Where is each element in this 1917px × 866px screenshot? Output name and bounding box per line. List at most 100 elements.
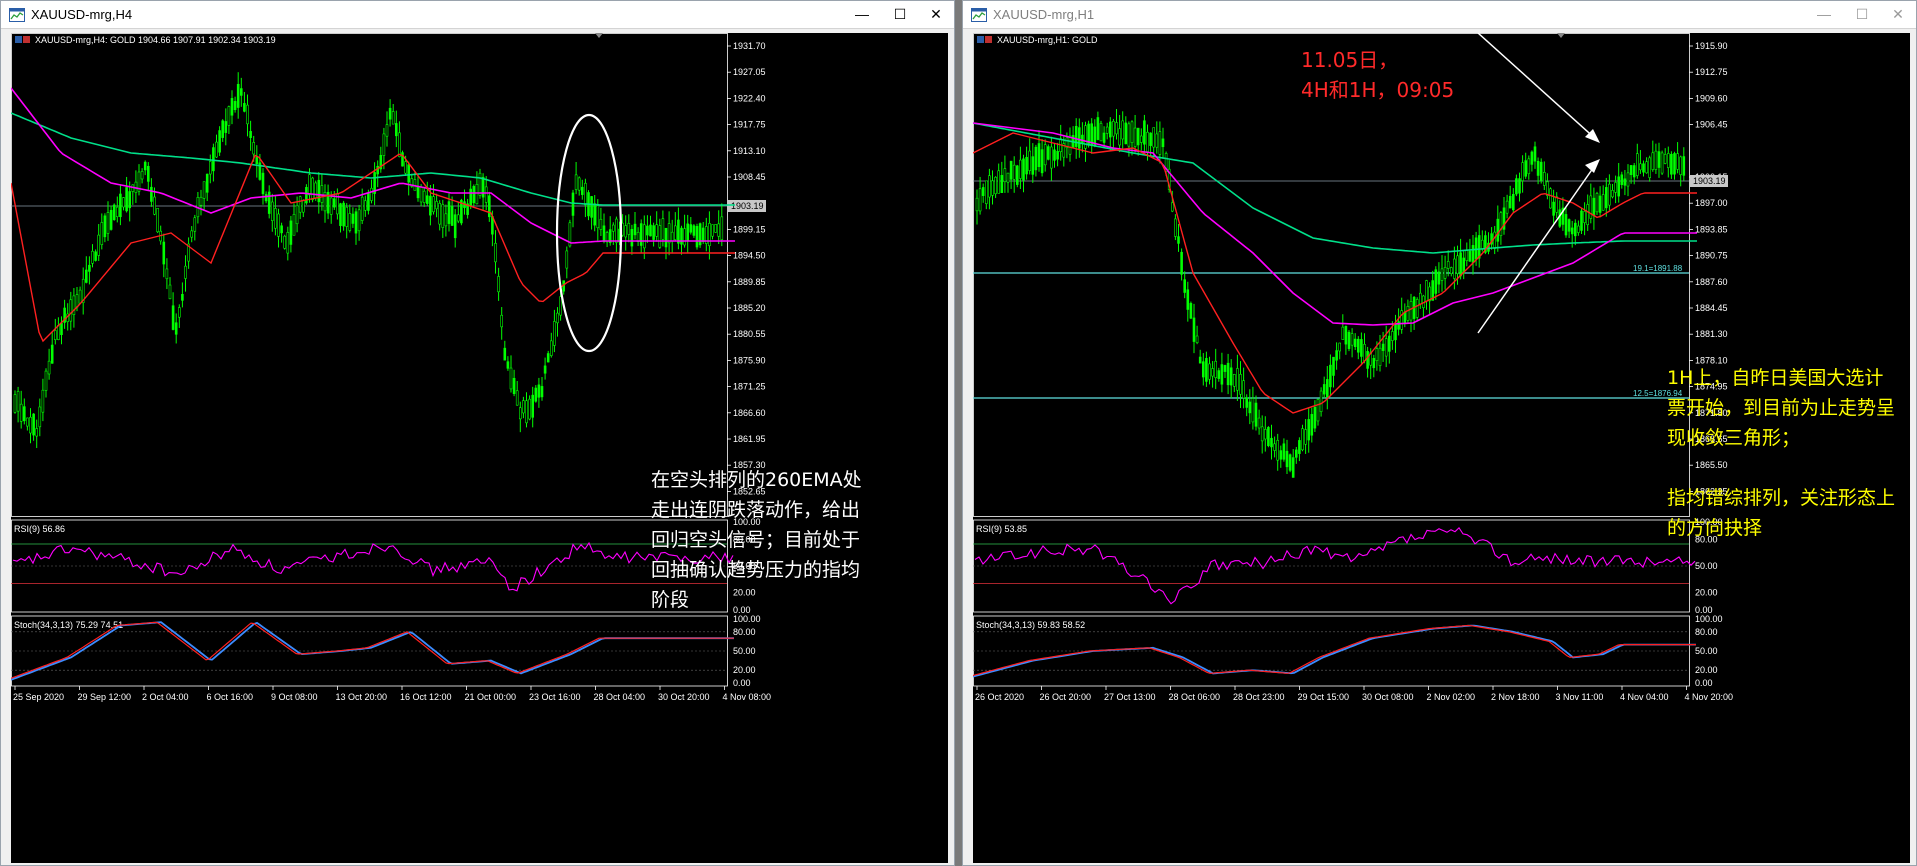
candle-body — [391, 111, 395, 125]
candle-body — [497, 276, 500, 293]
candle-body — [1679, 156, 1683, 175]
h4-chart-canvas[interactable]: XAUUSD-mrg,H4: GOLD 1904.66 1907.91 1902… — [11, 33, 948, 863]
candle-body — [1592, 197, 1596, 217]
candle-body — [140, 170, 144, 180]
h1-window-titlebar[interactable]: XAUUSD-mrg,H1 — ☐ ✕ — [963, 1, 1916, 29]
candle-body — [689, 224, 693, 233]
candle-body — [1418, 292, 1422, 305]
h4-window-title: XAUUSD-mrg,H4 — [31, 7, 133, 22]
candle-body — [677, 219, 680, 244]
candle-body — [314, 182, 318, 199]
candle-body — [1437, 271, 1441, 285]
candle-body — [1158, 131, 1162, 155]
candle-body — [422, 190, 426, 203]
candle-body — [286, 232, 290, 254]
candle-body — [1143, 120, 1146, 145]
close-button[interactable]: ✕ — [1879, 1, 1917, 28]
time-axis-label: 30 Oct 20:00 — [658, 692, 710, 702]
fib-level-label: 19.1=1891.88 — [1633, 264, 1683, 273]
candle-body — [367, 192, 370, 211]
stoch-axis-label: 50.00 — [733, 646, 756, 656]
candle-body — [1564, 214, 1568, 236]
candle-body — [1307, 419, 1311, 441]
candle-body — [664, 227, 668, 248]
candle-body — [487, 195, 491, 218]
candle-body — [559, 296, 562, 316]
h4-window-titlebar[interactable]: XAUUSD-mrg,H4 — ☐ ✕ — [1, 1, 954, 29]
candle-body — [1657, 151, 1661, 168]
candle-body — [128, 191, 131, 209]
candle-body — [1149, 132, 1152, 146]
candle-body — [1332, 356, 1335, 376]
candle-body — [388, 107, 392, 120]
candle-body — [556, 312, 559, 324]
maximize-button[interactable]: ☐ — [1843, 1, 1881, 28]
h1-chart-canvas[interactable]: XAUUSD-mrg,H1: GOLD RSI(9) 53.85 Stoch(34,… — [973, 33, 1910, 863]
price-axis-label: 1899.15 — [733, 224, 766, 234]
candle-body — [1639, 163, 1642, 171]
candle-body — [429, 195, 432, 216]
time-axis-label: 27 Oct 13:00 — [1104, 692, 1156, 702]
minimize-button[interactable]: — — [1805, 1, 1843, 28]
candle-body — [69, 299, 73, 322]
candle-body — [1050, 146, 1053, 169]
chart-shift-marker — [595, 33, 603, 38]
chart-header: XAUUSD-mrg,H4: GOLD 1904.66 1907.91 1902… — [35, 35, 276, 45]
candle-body — [432, 196, 435, 213]
candle-body — [546, 353, 550, 363]
candle-body — [162, 241, 166, 265]
candle-body — [246, 104, 249, 125]
candle-body — [311, 177, 314, 201]
candle-body — [1037, 143, 1041, 168]
candle-body — [199, 196, 203, 206]
candle-body — [298, 196, 302, 213]
price-axis-label: 1912.75 — [1695, 67, 1728, 77]
candle-body — [1294, 449, 1298, 458]
candle-body — [1577, 225, 1580, 233]
candle-body — [1053, 149, 1056, 161]
candle-body — [1645, 161, 1648, 174]
rsi-axis-label: 20.00 — [1695, 587, 1718, 597]
candle-body — [1279, 450, 1283, 460]
candle-body — [1511, 193, 1515, 211]
h4-chart-svg[interactable]: XAUUSD-mrg,H4: GOLD 1904.66 1907.91 1902… — [11, 33, 948, 863]
candle-body — [1468, 250, 1472, 262]
candle-body — [357, 209, 361, 232]
candle-body — [661, 218, 665, 240]
candle-body — [1273, 443, 1276, 451]
candle-body — [1573, 222, 1577, 237]
main-pane-border — [973, 33, 1690, 517]
candle-body — [1220, 364, 1224, 385]
h4-chart-window: XAUUSD-mrg,H4 — ☐ ✕ XAUUSD-mrg,H4: GOLD … — [0, 0, 955, 866]
candle-body — [171, 305, 175, 330]
candle-body — [711, 224, 714, 237]
maximize-button[interactable]: ☐ — [881, 1, 919, 28]
candle-body — [1329, 364, 1332, 388]
candle-body — [1192, 317, 1196, 342]
candle-body — [85, 269, 88, 283]
price-axis-label: 1871.25 — [733, 382, 766, 392]
candle-body — [1533, 146, 1537, 162]
candle-body — [57, 325, 60, 340]
candle-body — [494, 243, 497, 263]
candle-body — [1465, 250, 1469, 261]
candle-body — [1589, 195, 1593, 219]
candle-body — [1074, 125, 1078, 147]
close-button[interactable]: ✕ — [917, 1, 955, 28]
stoch-axis-label: 0.00 — [733, 678, 751, 688]
candle-body — [60, 322, 63, 336]
symbol-icon — [15, 36, 22, 43]
candle-body — [475, 184, 479, 205]
candle-body — [1161, 138, 1165, 148]
minimize-button[interactable]: — — [843, 1, 881, 28]
candle-body — [1245, 397, 1249, 408]
candle-body — [543, 365, 547, 374]
candle-body — [1366, 351, 1369, 369]
symbol-flag-icon — [23, 36, 30, 43]
candle-body — [1580, 210, 1583, 231]
candle-body — [1211, 368, 1214, 377]
candle-body — [1102, 132, 1106, 143]
price-axis-label: 1885.20 — [733, 303, 766, 313]
candle-body — [720, 216, 724, 241]
current-price-label: 1903.19 — [731, 201, 764, 211]
